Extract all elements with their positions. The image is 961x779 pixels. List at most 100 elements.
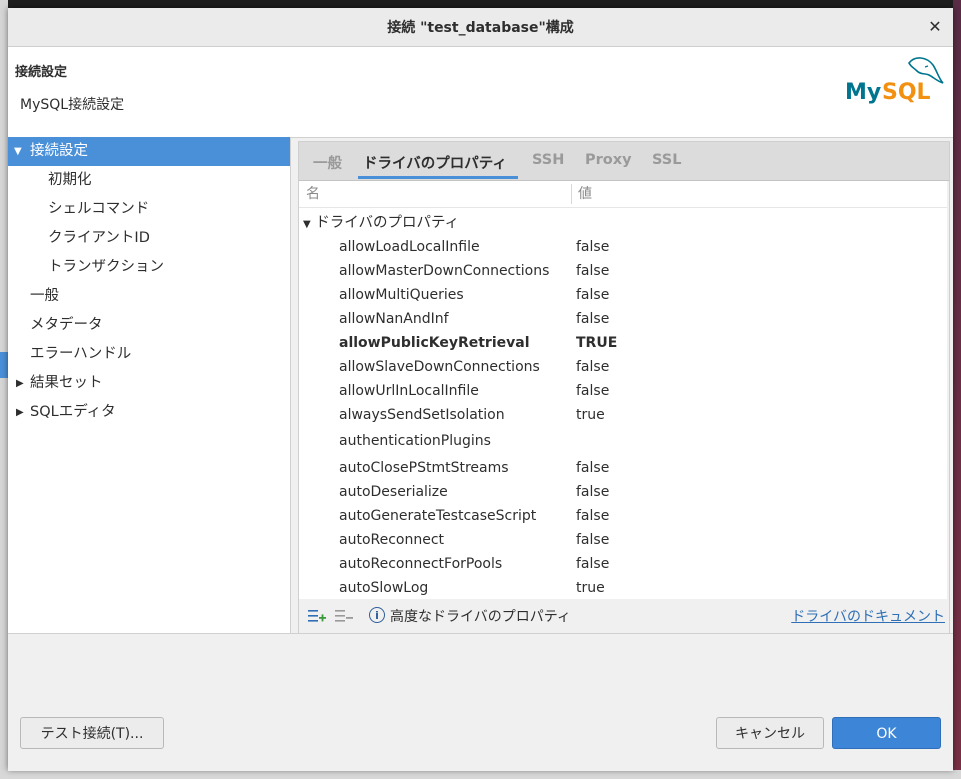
nav-item-label: SQLエディタ [30, 404, 116, 420]
tab-proxy[interactable]: Proxy [585, 152, 632, 168]
property-name: autoReconnect [339, 532, 445, 548]
property-name: autoSlowLog [339, 580, 429, 596]
dialog-button-bar: テスト接続(T)... キャンセル OK [8, 633, 953, 771]
property-value[interactable]: false [576, 307, 609, 331]
table-row[interactable]: authenticationPlugins [339, 429, 939, 453]
property-name: autoReconnectForPools [339, 556, 503, 572]
table-row[interactable]: allowMultiQueries false [339, 283, 939, 307]
table-row[interactable]: autoGenerateTestcaseScript false [339, 504, 939, 528]
ok-button[interactable]: OK [832, 717, 941, 749]
active-tab-indicator [358, 176, 518, 179]
nav-item-initialization[interactable]: 初期化 [8, 166, 290, 195]
logo-sql-text: SQL [882, 80, 931, 105]
property-name: allowMultiQueries [339, 287, 464, 303]
desktop-wallpaper [953, 0, 961, 779]
nav-item-label: 結果セット [30, 375, 103, 391]
table-row[interactable]: alwaysSendSetIsolation true [339, 403, 939, 427]
background-window-bottom [0, 770, 961, 779]
dialog-title: 接続 "test_database"構成 [387, 20, 574, 36]
tab-ssh[interactable]: SSH [532, 152, 564, 168]
table-row[interactable]: autoReconnect false [339, 528, 939, 552]
table-row[interactable]: allowUrlInLocalInfile false [339, 379, 939, 403]
connection-config-dialog: 接続 "test_database"構成 ✕ 接続設定 MySQL接続設定 My… [8, 8, 953, 771]
tab-bar: 一般 ドライバのプロパティ SSH Proxy SSL [299, 142, 949, 181]
table-row[interactable]: autoSlowLog true [339, 576, 939, 599]
close-icon[interactable]: ✕ [925, 17, 945, 37]
property-value[interactable]: false [576, 283, 609, 307]
property-value[interactable]: false [576, 456, 609, 480]
settings-content-panel: 一般 ドライバのプロパティ SSH Proxy SSL 名 値 ▼ ドライバのプ… [298, 141, 950, 635]
desktop-top-bar [0, 0, 961, 8]
info-icon: i [369, 607, 385, 623]
header-title: 接続設定 [15, 65, 68, 80]
property-name: allowMasterDownConnections [339, 263, 550, 279]
nav-item-label: エラーハンドル [30, 346, 132, 362]
nav-item-label: クライアントID [48, 230, 150, 246]
nav-item-general[interactable]: 一般 [8, 282, 290, 311]
property-value[interactable]: true [576, 403, 605, 427]
property-value[interactable]: false [576, 355, 609, 379]
nav-item-transactions[interactable]: トランザクション [8, 253, 290, 282]
tab-ssl[interactable]: SSL [652, 152, 681, 168]
mysql-logo: My SQL [845, 57, 944, 105]
add-property-icon[interactable] [308, 608, 326, 624]
tab-driver-properties[interactable]: ドライバのプロパティ [363, 152, 507, 173]
driver-properties-table: 名 値 ▼ ドライバのプロパティ allowLoadLocalInfile fa… [299, 181, 947, 599]
table-toolbar: i 高度なドライバのプロパティ ドライバのドキュメント [299, 600, 947, 632]
property-group-row[interactable]: ▼ ドライバのプロパティ [303, 211, 459, 232]
nav-item-shell-commands[interactable]: シェルコマンド [8, 195, 290, 224]
property-name: autoDeserialize [339, 484, 448, 500]
nav-item-label: 接続設定 [30, 143, 88, 159]
background-window-edge [0, 0, 8, 779]
property-value[interactable]: false [576, 504, 609, 528]
header-subtitle: MySQL接続設定 [20, 97, 125, 113]
property-value[interactable]: false [576, 528, 609, 552]
property-name: autoClosePStmtStreams [339, 460, 509, 476]
remove-property-icon[interactable] [335, 608, 353, 624]
column-header-name[interactable]: 名 [306, 181, 320, 207]
table-row[interactable]: allowLoadLocalInfile false [339, 235, 939, 259]
nav-item-label: シェルコマンド [48, 201, 150, 217]
nav-item-connection-settings[interactable]: ▼ 接続設定 [8, 137, 290, 166]
expand-arrow-icon[interactable]: ▼ [303, 219, 311, 230]
nav-item-metadata[interactable]: メタデータ [8, 311, 290, 340]
table-row[interactable]: allowSlaveDownConnections false [339, 355, 939, 379]
property-name: allowLoadLocalInfile [339, 239, 480, 255]
table-row[interactable]: autoClosePStmtStreams false [339, 456, 939, 480]
property-name: authenticationPlugins [339, 433, 491, 449]
property-value[interactable]: false [576, 480, 609, 504]
dialog-titlebar: 接続 "test_database"構成 ✕ [8, 8, 953, 47]
table-row[interactable]: allowPublicKeyRetrieval TRUE [339, 331, 939, 355]
driver-docs-link[interactable]: ドライバのドキュメント [791, 606, 945, 626]
property-value[interactable]: false [576, 235, 609, 259]
collapse-arrow-icon[interactable]: ▶ [16, 398, 24, 427]
property-name: allowPublicKeyRetrieval [339, 335, 530, 351]
expand-arrow-icon[interactable]: ▼ [14, 137, 22, 166]
column-separator[interactable] [571, 184, 572, 204]
column-header-value[interactable]: 値 [578, 181, 592, 207]
table-row[interactable]: autoDeserialize false [339, 480, 939, 504]
table-row[interactable]: allowMasterDownConnections false [339, 259, 939, 283]
property-value[interactable]: false [576, 552, 609, 576]
property-value[interactable]: TRUE [576, 331, 617, 355]
cancel-button[interactable]: キャンセル [716, 717, 824, 749]
property-name: allowSlaveDownConnections [339, 359, 540, 375]
property-value[interactable]: false [576, 259, 609, 283]
tab-general[interactable]: 一般 [313, 152, 342, 173]
settings-nav-tree: ▼ 接続設定 初期化 シェルコマンド クライアントID トランザクション 一般 … [8, 137, 291, 633]
test-connection-button[interactable]: テスト接続(T)... [20, 717, 164, 749]
nav-item-label: トランザクション [48, 259, 164, 275]
nav-item-error-handling[interactable]: エラーハンドル [8, 340, 290, 369]
nav-item-result-sets[interactable]: ▶ 結果セット [8, 369, 290, 398]
property-name: allowNanAndInf [339, 311, 449, 327]
nav-item-label: 初期化 [48, 172, 92, 188]
nav-item-sql-editor[interactable]: ▶ SQLエディタ [8, 398, 290, 427]
collapse-arrow-icon[interactable]: ▶ [16, 369, 24, 398]
nav-item-client-id[interactable]: クライアントID [8, 224, 290, 253]
property-name: alwaysSendSetIsolation [339, 407, 505, 423]
table-row[interactable]: allowNanAndInf false [339, 307, 939, 331]
property-name: autoGenerateTestcaseScript [339, 508, 537, 524]
property-value[interactable]: true [576, 576, 605, 599]
property-value[interactable]: false [576, 379, 609, 403]
table-row[interactable]: autoReconnectForPools false [339, 552, 939, 576]
